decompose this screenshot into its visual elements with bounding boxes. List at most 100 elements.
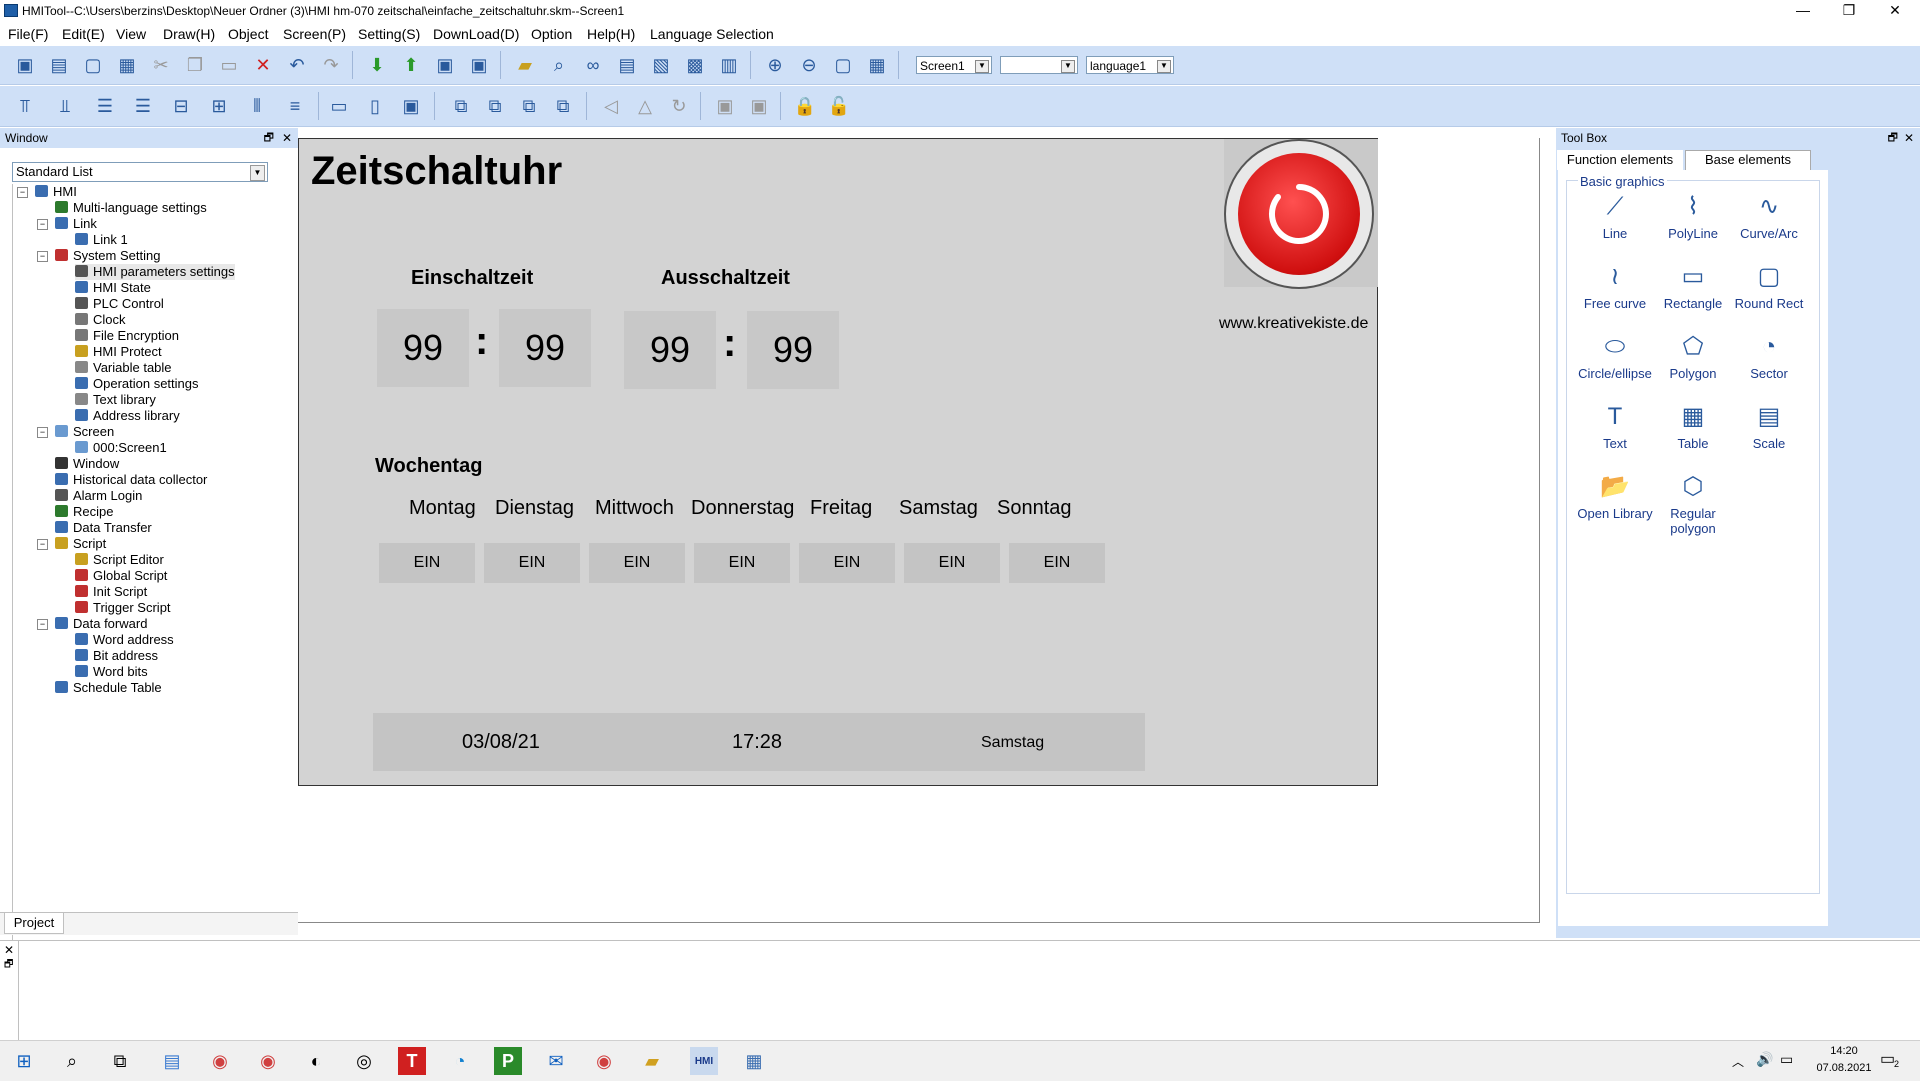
- align-center-h-icon[interactable]: ⊞: [206, 93, 232, 119]
- tree-item[interactable]: Address library: [75, 408, 180, 424]
- panel-close-icon[interactable]: ✕: [282, 128, 292, 148]
- open-project-icon[interactable]: ▤: [46, 52, 72, 78]
- tab-function-elements[interactable]: Function elements: [1557, 150, 1683, 170]
- flip-v-icon[interactable]: △: [632, 93, 658, 119]
- tree-item[interactable]: Window: [55, 456, 119, 472]
- saturday-toggle-button[interactable]: EIN: [904, 543, 1000, 583]
- output-pin-icon[interactable]: 🗗: [4, 957, 13, 974]
- restore-button[interactable]: ❐: [1826, 0, 1872, 22]
- tree-item[interactable]: Script: [55, 536, 106, 552]
- close-button[interactable]: ✕: [1872, 0, 1918, 22]
- output-close-icon[interactable]: ✕: [4, 943, 14, 957]
- redo-icon[interactable]: ↷: [318, 52, 344, 78]
- thursday-toggle-button[interactable]: EIN: [694, 543, 790, 583]
- menu-edit[interactable]: Edit(E): [62, 26, 105, 42]
- menu-view[interactable]: View: [116, 26, 146, 42]
- edge-icon[interactable]: ◔: [446, 1047, 474, 1075]
- hmi-screen[interactable]: Zeitschaltuhr www.kreativekiste.de Einsc…: [298, 138, 1378, 786]
- wednesday-toggle-button[interactable]: EIN: [589, 543, 685, 583]
- t-app-icon[interactable]: T: [398, 1047, 426, 1075]
- tree-item[interactable]: Global Script: [75, 568, 167, 584]
- off-minute-field[interactable]: 99: [747, 311, 839, 389]
- tree-item[interactable]: PLC Control: [75, 296, 164, 312]
- tree-item[interactable]: Word address: [75, 632, 174, 648]
- distribute-h-icon[interactable]: ⫴: [244, 93, 270, 119]
- flip-h-icon[interactable]: ◁: [598, 93, 624, 119]
- align-bottom-icon[interactable]: ⫫: [52, 93, 78, 119]
- tree-item[interactable]: Trigger Script: [75, 600, 171, 616]
- tree-item[interactable]: Data Transfer: [55, 520, 152, 536]
- fit-screen-icon[interactable]: ▢: [830, 52, 856, 78]
- tree-item[interactable]: Script Editor: [75, 552, 164, 568]
- clock-time[interactable]: 14:20: [1808, 1045, 1880, 1057]
- menu-screen[interactable]: Screen(P): [283, 26, 346, 42]
- bring-front-icon[interactable]: ⧉: [448, 93, 474, 119]
- tree-item[interactable]: Clock: [75, 312, 126, 328]
- menu-draw[interactable]: Draw(H): [163, 26, 215, 42]
- align-right-icon[interactable]: ☰: [130, 93, 156, 119]
- menu-file[interactable]: File(F): [8, 26, 48, 42]
- align-left-icon[interactable]: ☰: [92, 93, 118, 119]
- same-height-icon[interactable]: ▭: [326, 93, 352, 119]
- power-button[interactable]: [1224, 139, 1374, 289]
- tree-item[interactable]: Alarm Login: [55, 488, 142, 504]
- windows-start-icon[interactable]: ⊞: [10, 1047, 38, 1075]
- menu-help[interactable]: Help(H): [587, 26, 635, 42]
- menu-setting[interactable]: Setting(S): [358, 26, 420, 42]
- tree-item[interactable]: HMI: [35, 184, 77, 200]
- clock-date[interactable]: 07.08.2021: [1808, 1062, 1880, 1074]
- tree-expander-icon[interactable]: −: [37, 251, 48, 262]
- tree-item[interactable]: File Encryption: [75, 328, 179, 344]
- simulate-offline-icon[interactable]: ▣: [466, 52, 492, 78]
- tree-expander-icon[interactable]: −: [17, 187, 28, 198]
- tool-curve[interactable]: ∿ Curve/Arc: [1726, 192, 1812, 241]
- image-icon[interactable]: ▧: [648, 52, 674, 78]
- tree-expander-icon[interactable]: −: [37, 219, 48, 230]
- find-icon[interactable]: ⌕: [546, 52, 572, 78]
- tool-line[interactable]: ⟋ Line: [1572, 192, 1658, 241]
- rotate-icon[interactable]: ↻: [666, 93, 692, 119]
- same-width-icon[interactable]: ▯: [362, 93, 388, 119]
- tree-item[interactable]: Multi-language settings: [55, 200, 207, 216]
- file-explorer-taskbar-icon[interactable]: ▤: [158, 1047, 186, 1075]
- chrome-third-icon[interactable]: ◉: [590, 1047, 618, 1075]
- tool-round-rect[interactable]: ▢ Round Rect: [1726, 262, 1812, 311]
- tool-polyline[interactable]: ⌇ PolyLine: [1650, 192, 1736, 241]
- tree-expander-icon[interactable]: −: [37, 427, 48, 438]
- tool-folder[interactable]: 📂 Open Library: [1572, 472, 1658, 521]
- tree-item[interactable]: Text library: [75, 392, 156, 408]
- tree-item[interactable]: Historical data collector: [55, 472, 207, 488]
- tree-item[interactable]: 000:Screen1: [75, 440, 167, 456]
- chrome-second-icon[interactable]: ◉: [254, 1047, 282, 1075]
- send-back-icon[interactable]: ⧉: [482, 93, 508, 119]
- bring-forward-icon[interactable]: ⧉: [516, 93, 542, 119]
- tree-item[interactable]: HMI State: [75, 280, 151, 296]
- tool-polygon[interactable]: ⬠ Polygon: [1650, 332, 1736, 381]
- tree-item[interactable]: Schedule Table: [55, 680, 162, 696]
- tree-item[interactable]: Data forward: [55, 616, 147, 632]
- publisher-icon[interactable]: P: [494, 1047, 522, 1075]
- tool-rectangle[interactable]: ▭ Rectangle: [1650, 262, 1736, 311]
- menu-download[interactable]: DownLoad(D): [433, 26, 519, 42]
- tree-item[interactable]: Screen: [55, 424, 114, 440]
- tree-item[interactable]: Init Script: [75, 584, 147, 600]
- on-minute-field[interactable]: 99: [499, 309, 591, 387]
- copy-icon[interactable]: ❐: [182, 52, 208, 78]
- layout-icon[interactable]: ▥: [716, 52, 742, 78]
- tab-base-elements[interactable]: Base elements: [1685, 150, 1811, 170]
- paste-icon[interactable]: ▭: [216, 52, 242, 78]
- friday-toggle-button[interactable]: EIN: [799, 543, 895, 583]
- tree-item[interactable]: HMI Protect: [75, 344, 162, 360]
- menu-object[interactable]: Object: [228, 26, 268, 42]
- grid-icon[interactable]: ▩: [682, 52, 708, 78]
- zoom-in-icon[interactable]: ⊕: [762, 52, 788, 78]
- object-list-icon[interactable]: ▤: [614, 52, 640, 78]
- monday-toggle-button[interactable]: EIN: [379, 543, 475, 583]
- upload-icon[interactable]: ⬆: [398, 52, 424, 78]
- tree-expander-icon[interactable]: −: [37, 619, 48, 630]
- tool-regular-polygon[interactable]: ⬡ Regular polygon: [1650, 472, 1736, 536]
- lock-icon[interactable]: 🔒: [792, 93, 818, 119]
- hmitool-taskbar-icon[interactable]: HMI: [690, 1047, 718, 1075]
- unlock-icon[interactable]: 🔓: [826, 93, 852, 119]
- download-icon[interactable]: ⬇: [364, 52, 390, 78]
